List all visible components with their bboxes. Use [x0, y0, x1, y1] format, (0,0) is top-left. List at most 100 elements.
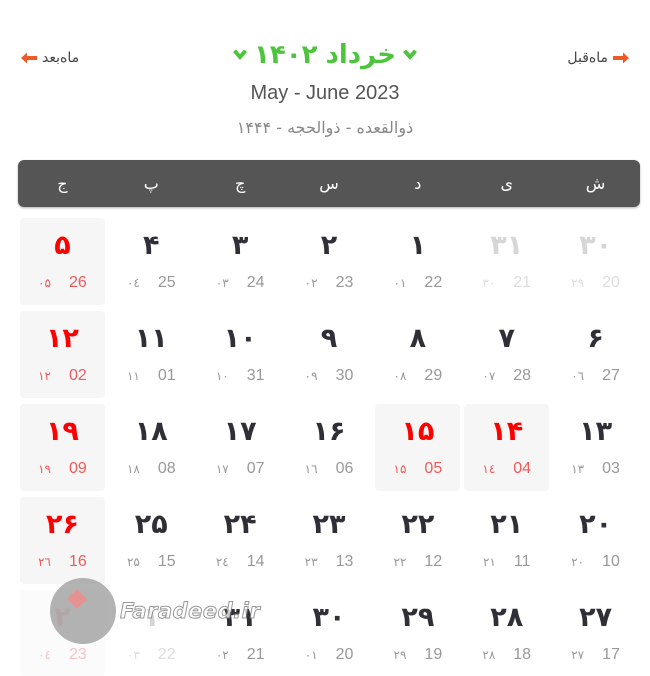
- hijri-day-number: ۲۳: [304, 555, 318, 569]
- day-cell[interactable]: ۱۵ 05 ۱۵: [375, 404, 461, 491]
- day-cell[interactable]: ۸ 29 ۰۸: [375, 311, 460, 398]
- hijri-day-number: ۱٦: [304, 462, 318, 476]
- secondary-dates: 23 ۰۲: [287, 274, 372, 292]
- year-dropdown[interactable]: ۱۴۰۲: [232, 40, 317, 70]
- secondary-dates: 07 ۱۷: [198, 460, 283, 478]
- day-cell[interactable]: ۱۷ 07 ۱۷: [198, 404, 283, 491]
- day-cell[interactable]: ۲ 23 ۰۲: [287, 218, 372, 305]
- day-cell[interactable]: ۲۳ 13 ۲۳: [287, 497, 372, 584]
- persian-day-number: ۲۹: [401, 602, 435, 633]
- secondary-dates: 19 ۲۹: [375, 646, 460, 664]
- month-year-selector: خرداد ۱۴۰۲: [0, 40, 650, 70]
- weekday-saturday: ش: [585, 174, 606, 193]
- day-cell[interactable]: ۳۱ 21 ۳۰: [464, 218, 549, 305]
- gregorian-day-number: 18: [513, 646, 532, 663]
- hijri-day-number: ۰۳: [126, 648, 140, 662]
- day-cell[interactable]: ۲۵ 15 ۲۵: [109, 497, 194, 584]
- weekday-header: ش ی د س چ پ ج: [18, 160, 640, 207]
- gregorian-day-number: 03: [602, 460, 620, 477]
- day-cell[interactable]: ۲۹ 19 ۲۹: [375, 590, 460, 676]
- weekday-sunday: ی: [500, 174, 513, 193]
- persian-day-number: ۱۳: [579, 416, 613, 447]
- day-cell[interactable]: ۹ 30 ۰۹: [287, 311, 372, 398]
- hijri-day-number: ۳۰: [482, 276, 496, 290]
- persian-day-number: ۲۲: [401, 509, 435, 540]
- gregorian-day-number: 11: [513, 553, 531, 570]
- persian-day-number: ۷: [498, 323, 515, 354]
- secondary-dates: 23 ۰٤: [20, 646, 105, 664]
- gregorian-day-number: 26: [68, 274, 87, 291]
- hijri-day-number: ۰۸: [393, 369, 407, 383]
- day-cell[interactable]: ۱ 22 ۰۳: [109, 590, 194, 676]
- persian-day-number: ۳۰: [312, 602, 346, 633]
- day-cell[interactable]: ۳۰ 20 ۰۱: [287, 590, 372, 676]
- hijri-day-number: ۱۷: [215, 462, 229, 476]
- day-cell[interactable]: ۵ 26 ۰۵: [20, 218, 105, 305]
- day-cell[interactable]: ۲۷ 17 ۲۷: [553, 590, 638, 676]
- secondary-dates: 27 ۰٦: [553, 367, 638, 385]
- day-cell[interactable]: ۳۱ 21 ۰۲: [198, 590, 283, 676]
- secondary-dates: 12 ۲۲: [375, 553, 460, 571]
- day-cell[interactable]: ۱۱ 01 ۱۱: [109, 311, 194, 398]
- persian-day-number: ۳۱: [490, 230, 524, 261]
- persian-day-number: ۱۰: [223, 323, 257, 354]
- day-cell[interactable]: ۱۶ 06 ۱٦: [287, 404, 372, 491]
- secondary-dates: 22 ۰۳: [109, 646, 194, 664]
- gregorian-day-number: 24: [246, 274, 265, 291]
- hijri-day-number: ۲۷: [571, 648, 585, 662]
- day-cell[interactable]: ۲۸ 18 ۲۸: [464, 590, 549, 676]
- day-cell[interactable]: ۱۰ 31 ۱۰: [198, 311, 283, 398]
- gregorian-day-number: 07: [246, 460, 265, 477]
- day-cell[interactable]: ۷ 28 ۰۷: [464, 311, 549, 398]
- gregorian-day-number: 02: [68, 367, 87, 384]
- gregorian-day-number: 22: [424, 274, 443, 291]
- day-cell[interactable]: ۲۱ 11 ۲۱: [464, 497, 549, 584]
- day-cell[interactable]: ۲ 23 ۰٤: [20, 590, 105, 676]
- hijri-day-number: ۰۱: [304, 648, 318, 662]
- hijri-day-number: ۰۲: [304, 276, 318, 290]
- gregorian-day-number: 09: [68, 460, 87, 477]
- day-cell[interactable]: ۲۶ 16 ۲٦: [20, 497, 105, 584]
- day-cell[interactable]: ۳ 24 ۰۳: [198, 218, 283, 305]
- persian-day-number: ۱: [409, 230, 427, 261]
- persian-day-number: ۱۶: [312, 416, 346, 447]
- secondary-dates: 10 ۲۰: [553, 553, 638, 571]
- day-cell[interactable]: ۴ 25 ۰٤: [109, 218, 194, 305]
- arrow-right-icon: [612, 51, 630, 65]
- day-cell[interactable]: ۱۹ 09 ۱۹: [20, 404, 105, 491]
- persian-day-number: ۵: [54, 230, 71, 261]
- year-label: ۱۴۰۲: [254, 40, 318, 70]
- hijri-day-number: ۲۱: [482, 555, 496, 569]
- hijri-day-number: ۰٤: [126, 276, 140, 290]
- day-cell[interactable]: ۱ 22 ۰۱: [375, 218, 460, 305]
- secondary-dates: 30 ۰۹: [287, 367, 372, 385]
- persian-day-number: ۲۷: [579, 602, 613, 633]
- persian-day-number: ۱: [143, 602, 160, 633]
- calendar-grid: ۳۰ 20 ۲۹ ۳۱ 21 ۳۰ ۱ 22 ۰۱ ۲ 23 ۰۲ ۳ 24 ۰۳ ۴ 25 ۰٤ ۵ 26 ۰۵ ۶ 27…: [18, 218, 640, 676]
- secondary-dates: 06 ۱٦: [287, 460, 372, 478]
- weekday-friday: ج: [57, 174, 68, 193]
- secondary-dates: 26 ۰۵: [20, 274, 105, 292]
- day-cell[interactable]: ۲۰ 10 ۲۰: [553, 497, 638, 584]
- gregorian-day-number: 06: [335, 460, 354, 477]
- secondary-dates: 18 ۲۸: [464, 646, 549, 664]
- gregorian-day-number: 20: [335, 646, 354, 663]
- gregorian-day-number: 05: [424, 460, 443, 477]
- day-cell[interactable]: ۱۲ 02 ۱۲: [20, 311, 105, 398]
- persian-day-number: ۱۱: [134, 323, 168, 354]
- day-cell[interactable]: ۲۴ 14 ۲٤: [198, 497, 283, 584]
- secondary-dates: 28 ۰۷: [464, 367, 549, 385]
- secondary-dates: 24 ۰۳: [198, 274, 283, 292]
- day-cell[interactable]: ۲۲ 12 ۲۲: [375, 497, 460, 584]
- gregorian-range: May - June 2023: [250, 82, 400, 104]
- prev-month-button[interactable]: ماه‌قبل: [567, 50, 630, 66]
- day-cell[interactable]: ۱۳ 03 ۱۳: [553, 404, 638, 491]
- gregorian-day-number: 01: [157, 367, 176, 384]
- weekday-monday: د: [414, 174, 422, 193]
- day-cell[interactable]: ۱۸ 08 ۱۸: [109, 404, 194, 491]
- persian-day-number: ۴: [143, 230, 160, 261]
- month-dropdown[interactable]: خرداد: [325, 40, 418, 70]
- day-cell[interactable]: ۶ 27 ۰٦: [553, 311, 638, 398]
- day-cell[interactable]: ۳۰ 20 ۲۹: [553, 218, 638, 305]
- day-cell[interactable]: ۱۴ 04 ۱٤: [464, 404, 550, 491]
